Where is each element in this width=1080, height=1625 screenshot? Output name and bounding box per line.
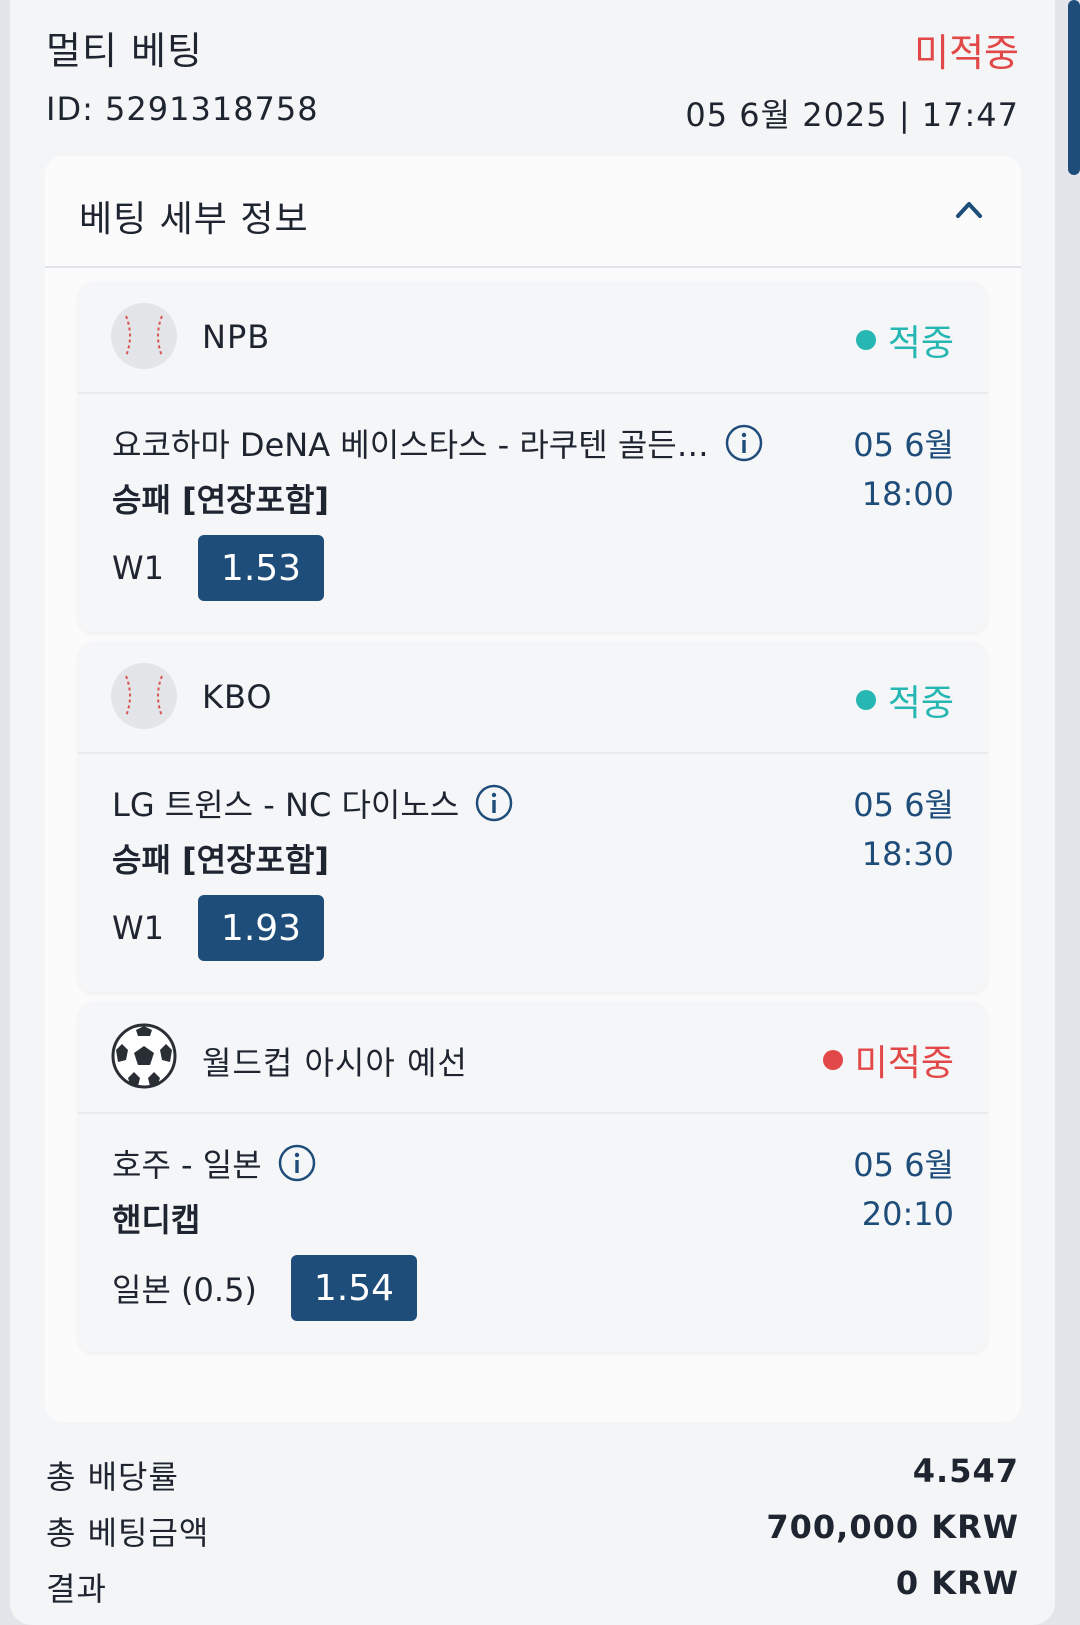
league-name: NPB: [202, 318, 271, 356]
leg-status: 미적중: [822, 1034, 954, 1086]
market-name: 핸디캡: [112, 1201, 201, 1239]
leg-status-label: 적중: [887, 323, 954, 364]
total-stake-row: 총 베팅금액 700,000 KRW: [46, 1508, 1019, 1554]
selection-row: W1 1.53: [112, 535, 324, 601]
result-label: 결과: [46, 1570, 107, 1608]
info-icon[interactable]: [475, 784, 513, 822]
match-name: LG 트윈스 - NC 다이노스: [112, 780, 513, 826]
selection-label: W1: [112, 549, 164, 587]
status-dot: [855, 690, 876, 710]
selection-row: W1 1.93: [112, 895, 324, 961]
bet-details-toggle[interactable]: 베팅 세부 정보: [45, 156, 1021, 268]
event-time: 20:10: [861, 1195, 954, 1233]
bet-status: 미적중: [914, 31, 1019, 75]
match-name: 요코하마 DeNA 베이스타스 - 라쿠텐 골든…: [112, 420, 763, 466]
baseball-icon: [111, 303, 177, 369]
leg-header: 월드컵 아시아 예선 미적중: [78, 1002, 988, 1114]
scrollbar-thumb[interactable]: [1068, 0, 1080, 175]
match-teams: LG 트윈스 - NC 다이노스: [112, 786, 460, 824]
odds-badge: 1.53: [198, 535, 324, 601]
status-dot: [822, 1050, 843, 1070]
leg-status-label: 적중: [887, 683, 954, 724]
bet-leg: 월드컵 아시아 예선 미적중 호주 - 일본 핸디캡 일본 (0.5) 1.54: [78, 1002, 988, 1352]
baseball-icon: [111, 663, 177, 729]
scrollbar-track[interactable]: [1066, 0, 1080, 1625]
bet-details-title: 베팅 세부 정보: [79, 199, 309, 240]
event-date: 05 6월: [853, 426, 954, 464]
leg-status: 적중: [855, 674, 954, 726]
status-dot: [855, 330, 876, 350]
soccer-ball-icon: [111, 1023, 177, 1089]
odds-badge: 1.93: [198, 895, 324, 961]
league-name: 월드컵 아시아 예선: [202, 1044, 468, 1082]
result-value: 0 KRW: [895, 1564, 1019, 1602]
bet-details-panel: 베팅 세부 정보 NPB 적중 요코하마 DeNA 베이스타스 - 라쿠텐 골든…: [45, 156, 1021, 1422]
market-name: 승패 [연장포함]: [112, 841, 330, 879]
bet-leg: NPB 적중 요코하마 DeNA 베이스타스 - 라쿠텐 골든… 승패 [연장포…: [78, 282, 988, 632]
total-odds-label: 총 배당률: [46, 1458, 179, 1496]
total-odds-row: 총 배당률 4.547: [46, 1452, 1019, 1498]
selection-row: 일본 (0.5) 1.54: [112, 1255, 417, 1321]
bet-id: ID: 5291318758: [46, 90, 319, 128]
leg-header: KBO 적중: [78, 642, 988, 754]
info-icon[interactable]: [725, 424, 763, 462]
league-name: KBO: [202, 678, 273, 716]
leg-header: NPB 적중: [78, 282, 988, 394]
event-time: 18:30: [861, 835, 954, 873]
bet-sheet: 멀티 베팅 미적중 ID: 5291318758 05 6월 2025 | 17…: [10, 0, 1055, 1625]
bet-leg: KBO 적중 LG 트윈스 - NC 다이노스 승패 [연장포함] W1 1.9…: [78, 642, 988, 992]
chevron-up-icon[interactable]: [955, 196, 983, 224]
total-stake-label: 총 베팅금액: [46, 1514, 210, 1552]
match-teams: 요코하마 DeNA 베이스타스 - 라쿠텐 골든…: [112, 426, 709, 464]
bet-type-title: 멀티 베팅: [46, 29, 203, 73]
odds-badge: 1.54: [290, 1255, 417, 1321]
total-odds-value: 4.547: [912, 1452, 1019, 1490]
leg-status-label: 미적중: [854, 1043, 954, 1084]
event-date: 05 6월: [853, 786, 954, 824]
bet-datetime: 05 6월 2025 | 17:47: [685, 96, 1019, 134]
result-row: 결과 0 KRW: [46, 1564, 1019, 1610]
market-name: 승패 [연장포함]: [112, 481, 330, 519]
match-teams: 호주 - 일본: [112, 1146, 262, 1184]
event-time: 18:00: [861, 475, 954, 513]
event-date: 05 6월: [853, 1146, 954, 1184]
info-icon[interactable]: [278, 1144, 316, 1182]
match-name: 호주 - 일본: [112, 1140, 316, 1186]
leg-status: 적중: [855, 314, 954, 366]
total-stake-value: 700,000 KRW: [766, 1508, 1019, 1546]
selection-label: 일본 (0.5): [112, 1271, 257, 1309]
selection-label: W1: [112, 909, 164, 947]
